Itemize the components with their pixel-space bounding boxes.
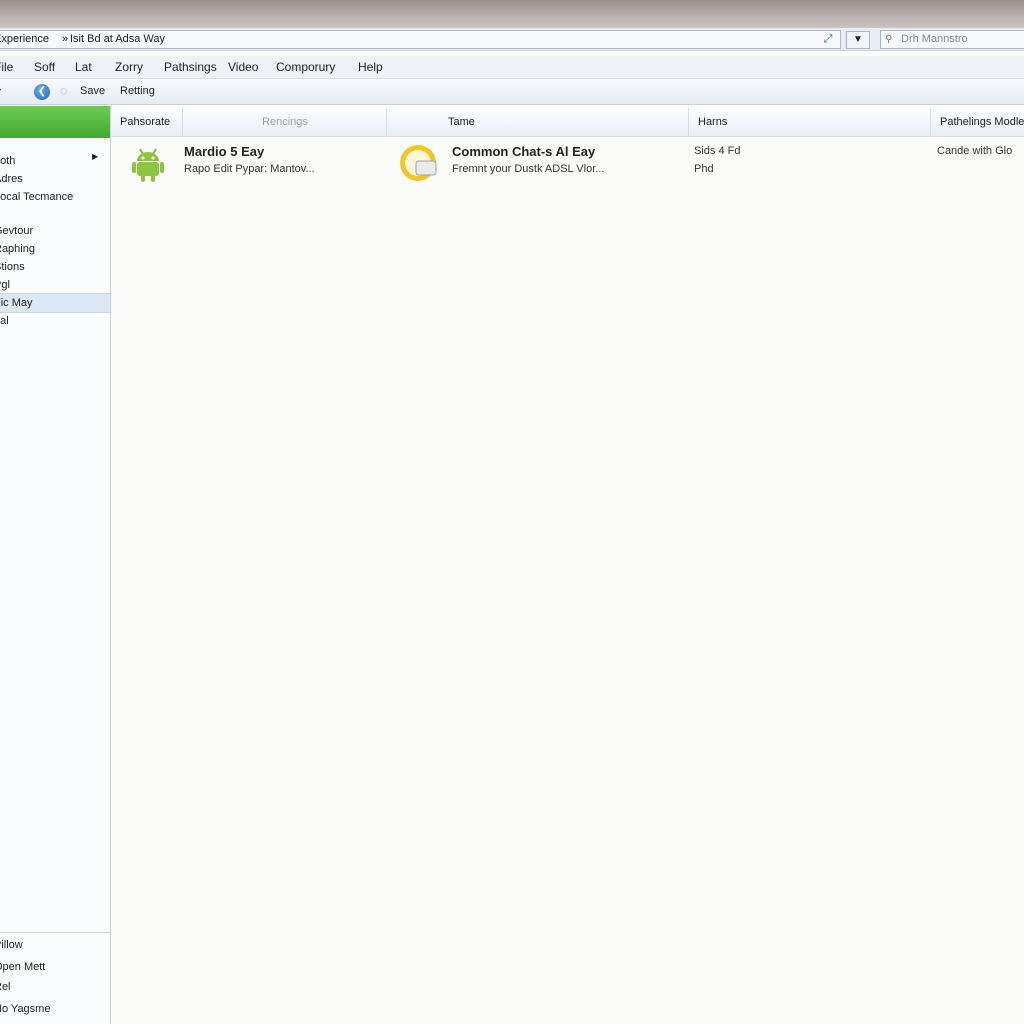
menu-pathsings[interactable]: Pathsings — [164, 60, 217, 74]
sidebar-item-selected[interactable]: Fic May — [0, 293, 110, 313]
search-icon: ⚲ — [885, 34, 893, 45]
item-harns-line1: Sids 4 Fd — [694, 145, 741, 157]
sidebar-item[interactable]: Adres — [0, 170, 110, 188]
column-header-modle[interactable]: Pathelings Modle — [932, 108, 1024, 136]
item-title-2[interactable]: Common Chat-s Al Eay — [452, 144, 595, 159]
settings-button[interactable]: Retting — [120, 85, 155, 97]
android-icon — [132, 148, 164, 182]
sidebar-item[interactable]: Local Tecmance — [0, 188, 110, 206]
sidebar-item[interactable]: Raphing — [0, 240, 110, 258]
divider — [0, 932, 110, 933]
save-button[interactable]: Save — [80, 85, 105, 97]
search-placeholder: Drh Mannstro — [901, 33, 968, 45]
item-modle: Cande with Glo — [937, 145, 1013, 157]
address-bar: Experience » Isit Bd at Adsa Way ⤢ ▼ ⚲ D… — [0, 28, 1024, 51]
column-header-harns[interactable]: Harns — [690, 108, 931, 136]
sidebar-header[interactable] — [0, 106, 110, 138]
sidebar-bottom-item[interactable]: Open Mett — [0, 958, 110, 976]
sidebar-item[interactable]: Loth — [0, 152, 110, 170]
column-header-rencings[interactable]: Rencings — [184, 108, 387, 136]
refresh-icon[interactable]: ⤢ — [820, 31, 836, 47]
chat-bubble-icon — [400, 145, 437, 181]
sidebar-item[interactable]: Gevtour — [0, 222, 110, 240]
window-titlebar — [0, 0, 1024, 28]
item-subtitle-2: Fremnt your Dustk ADSL Vlor... — [452, 163, 605, 175]
menu-soff[interactable]: Soff — [34, 60, 55, 74]
menu-zorry[interactable]: Zorry — [115, 60, 143, 74]
chevron-down-icon[interactable]: ▼ — [846, 31, 870, 49]
search-input[interactable]: ⚲ Drh Mannstro — [880, 30, 1024, 49]
address-path: Experience — [0, 33, 50, 45]
menu-file[interactable]: File — [0, 60, 13, 74]
breadcrumb-separator: » — [62, 33, 69, 45]
item-subtitle: Rapo Edit Pypar: Mantov... — [184, 163, 315, 175]
item-title[interactable]: Mardio 5 Eay — [184, 144, 264, 159]
sync-icon[interactable]: ◌ — [60, 83, 68, 98]
back-arrow-icon[interactable]: ❮ — [34, 84, 50, 100]
address-location: Isit Bd at Adsa Way — [70, 33, 165, 45]
menu-bar: File Soff Lat Zorry Pathsings Video Comp… — [0, 56, 1024, 79]
menu-comporury[interactable]: Comporury — [276, 60, 335, 74]
menu-lat[interactable]: Lat — [75, 60, 92, 74]
toolbar: ▾ ❮ ◌ Save Retting — [0, 80, 1024, 105]
sidebar-bottom-item[interactable]: Pillow — [0, 936, 110, 954]
sidebar-bottom-item[interactable]: Rel — [0, 978, 110, 996]
dropdown-arrow-icon[interactable]: ▾ — [0, 86, 1, 97]
sidebar-item[interactable]: Ital — [0, 312, 110, 330]
sidebar-bottom-item[interactable]: No Yagsme — [0, 1000, 110, 1018]
sidebar-item[interactable]: Pgl — [0, 276, 110, 294]
column-header-tame[interactable]: Tame — [388, 108, 689, 136]
item-harns-line2: Phd — [694, 163, 714, 175]
column-header-row: Pahsorate Rencings Tame Harns Pathelings… — [112, 108, 1024, 137]
address-field[interactable]: Experience » Isit Bd at Adsa Way — [0, 30, 841, 49]
menu-help[interactable]: Help — [358, 60, 383, 74]
sidebar: ▶ Loth Adres Local Tecmance Gevtour Raph… — [0, 106, 111, 1024]
sidebar-item[interactable]: Stions — [0, 258, 110, 276]
column-header-pahsorate[interactable]: Pahsorate — [112, 108, 183, 136]
content-list: Mardio 5 Eay Rapo Edit Pypar: Mantov... … — [112, 137, 1024, 1024]
menu-video[interactable]: Video — [228, 60, 258, 74]
